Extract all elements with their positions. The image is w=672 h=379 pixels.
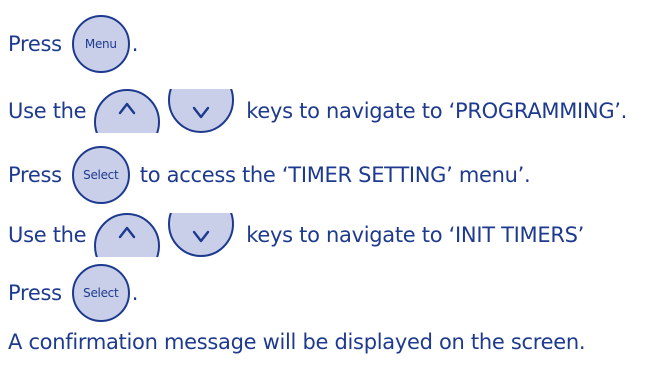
step-4-prefix: Use the: [8, 223, 87, 247]
step-2: Use the keys to navigate to ‘PROGRAMMING…: [8, 81, 627, 141]
step-1-suffix: .: [131, 32, 139, 56]
select-key-button[interactable]: Select: [71, 264, 130, 322]
up-key-button[interactable]: [94, 213, 161, 257]
confirmation-message: A confirmation message will be displayed…: [8, 330, 586, 354]
down-key-button[interactable]: [168, 213, 235, 257]
chevron-down-icon: [193, 106, 210, 119]
select-key-button[interactable]: Select: [71, 146, 130, 204]
menu-key-button[interactable]: Menu: [71, 15, 130, 73]
step-3-suffix: to access the ‘TIMER SETTING’ menu’.: [139, 163, 531, 187]
step-5: Press Select .: [8, 263, 138, 323]
step-5-prefix: Press: [8, 281, 62, 305]
step-1: Press Menu .: [8, 14, 138, 74]
up-key-button[interactable]: [94, 89, 161, 133]
step-2-prefix: Use the: [8, 99, 87, 123]
step-3-prefix: Press: [8, 163, 62, 187]
chevron-down-icon: [193, 230, 210, 243]
step-1-prefix: Press: [8, 32, 62, 56]
chevron-up-icon: [119, 102, 136, 115]
chevron-up-icon: [119, 226, 136, 239]
step-5-suffix: .: [131, 281, 139, 305]
step-4-suffix: keys to navigate to ‘INIT TIMERS’: [246, 223, 585, 247]
step-2-suffix: keys to navigate to ‘PROGRAMMING’.: [246, 99, 628, 123]
down-key-button[interactable]: [168, 89, 235, 133]
step-4: Use the keys to navigate to ‘INIT TIMERS…: [8, 205, 584, 265]
step-3: Press Select to access the ‘TIMER SETTIN…: [8, 145, 531, 205]
